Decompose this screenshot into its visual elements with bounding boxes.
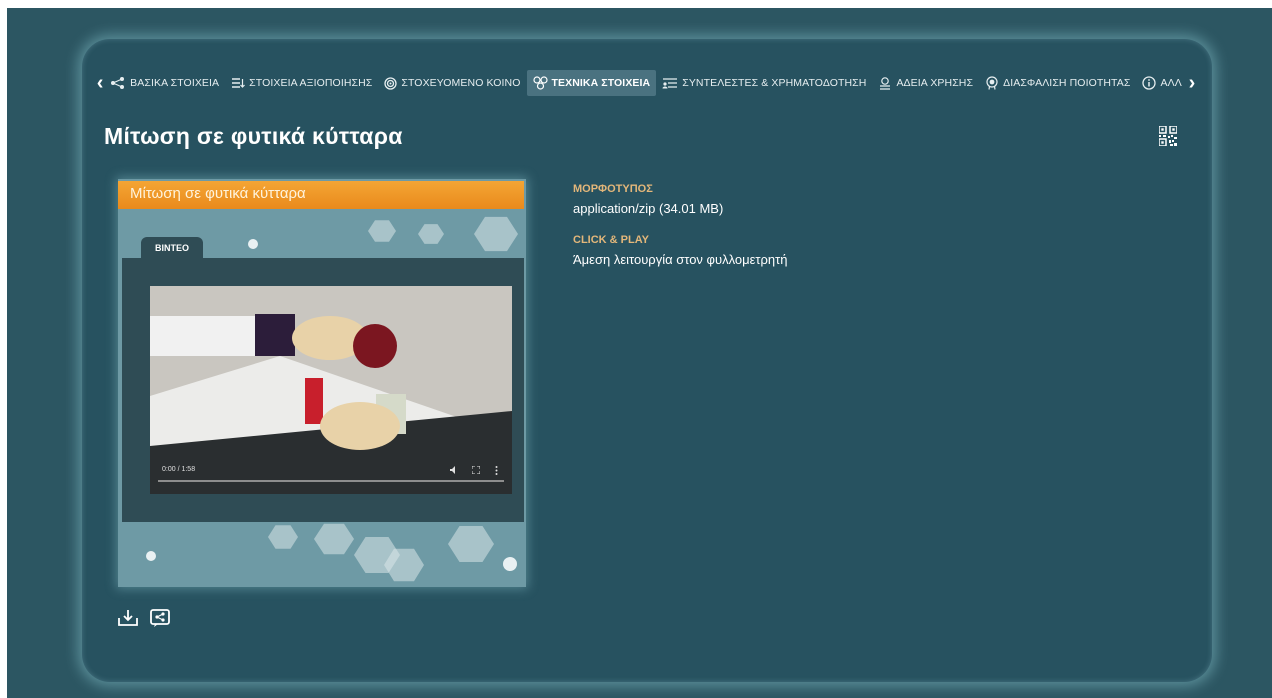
decorative-hexagon: [368, 220, 396, 242]
molecule-icon: [532, 76, 548, 90]
tab-target-audience[interactable]: ΣΤΟΧΕΥΟΜΕΝΟ ΚΟΙΝΟ: [378, 70, 526, 96]
decorative-hexagon: [448, 526, 494, 562]
tabs-next-arrow-icon[interactable]: ›: [1188, 69, 1196, 97]
click-play-label: CLICK & PLAY: [573, 234, 649, 246]
decorative-dot: [503, 557, 517, 571]
share-icon[interactable]: [150, 609, 170, 627]
target-icon: [384, 76, 398, 90]
resource-actions: [118, 609, 170, 627]
tab-technical-info[interactable]: ΤΕΧΝΙΚΑ ΣΤΟΙΧΕΙΑ: [526, 70, 657, 96]
main-panel: ‹ ΒΑΣΙΚΑ ΣΤΟΙΧΕΙΑ ΣΤΟΙΧΕΙΑ ΑΞΙΟΠΟΙΗΣΗΣ Σ…: [82, 39, 1212, 682]
format-label: ΜΟΡΦΟΤΥΠΟΣ: [573, 183, 653, 195]
tab-label: ΑΛΛ: [1160, 77, 1182, 89]
decorative-hexagon: [474, 216, 518, 252]
decorative-dot: [248, 239, 258, 249]
tab-basic-info[interactable]: ΒΑΣΙΚΑ ΣΤΟΙΧΕΙΑ: [104, 70, 225, 96]
tab-quality-assurance[interactable]: ΔΙΑΣΦΑΛΙΣΗ ΠΟΙΟΤΗΤΑΣ: [979, 70, 1136, 96]
video-progress-bar[interactable]: [158, 480, 504, 482]
tabs-prev-arrow-icon[interactable]: ‹: [96, 69, 104, 97]
tab-label: ΔΙΑΣΦΑΛΙΣΗ ΠΟΙΟΤΗΤΑΣ: [1003, 77, 1131, 89]
qr-code-icon[interactable]: [1159, 126, 1177, 146]
tab-label: ΣΤΟΙΧΕΙΑ ΑΞΙΟΠΟΙΗΣΗΣ: [249, 77, 373, 89]
fullscreen-icon[interactable]: [472, 466, 480, 474]
tab-label: ΤΕΧΝΙΚΑ ΣΤΟΙΧΕΙΑ: [551, 77, 651, 89]
volume-icon[interactable]: [450, 466, 458, 474]
info-icon: [1142, 76, 1157, 90]
download-icon[interactable]: [118, 609, 138, 627]
contributors-icon: [662, 78, 678, 89]
video-player[interactable]: 0:00 / 1:58: [150, 286, 512, 494]
preview-header: Μίτωση σε φυτικά κύτταρα: [118, 181, 524, 209]
preview-tab-video: ΒΙΝΤΕΟ: [141, 237, 203, 259]
tab-label: ΑΔΕΙΑ ΧΡΗΣΗΣ: [896, 77, 974, 89]
page-title: Μίτωση σε φυτικά κύτταρα: [104, 123, 403, 149]
tab-contributors-funding[interactable]: ΣΥΝΤΕΛΕΣΤΕΣ & ΧΡΗΜΑΤΟΔΟΤΗΣΗ: [656, 70, 872, 96]
decorative-hexagon: [314, 523, 354, 555]
tab-license[interactable]: ΑΔΕΙΑ ΧΡΗΣΗΣ: [872, 70, 979, 96]
click-play-value: Άμεση λειτουργία στον φυλλομετρητή: [573, 252, 788, 267]
resource-preview-thumbnail[interactable]: Μίτωση σε φυτικά κύτταρα ΒΙΝΤΕΟ 0:00 / 1…: [118, 179, 526, 587]
share-nodes-icon: [111, 77, 125, 89]
tab-label: ΣΥΝΤΕΛΕΣΤΕΣ & ΧΡΗΜΑΤΟΔΟΤΗΣΗ: [682, 77, 867, 89]
decorative-hexagon: [268, 525, 298, 549]
decorative-hexagon: [418, 224, 444, 244]
video-time: 0:00 / 1:58: [162, 466, 196, 473]
more-options-icon[interactable]: [495, 466, 498, 475]
page-background: ‹ ΒΑΣΙΚΑ ΣΤΟΙΧΕΙΑ ΣΤΟΙΧΕΙΑ ΑΞΙΟΠΟΙΗΣΗΣ Σ…: [7, 8, 1272, 698]
tab-usage-info[interactable]: ΣΤΟΙΧΕΙΑ ΑΞΙΟΠΟΙΗΣΗΣ: [225, 70, 378, 96]
license-icon: [880, 76, 891, 90]
decorative-dot: [146, 551, 156, 561]
preview-header-title: Μίτωση σε φυτικά κύτταρα: [130, 185, 306, 202]
list-sort-icon: [232, 78, 246, 88]
tab-other[interactable]: ΑΛΛ: [1136, 70, 1187, 96]
format-value: application/zip (34.01 MB): [573, 201, 724, 216]
tab-bar: ‹ ΒΑΣΙΚΑ ΣΤΟΙΧΕΙΑ ΣΤΟΙΧΕΙΑ ΑΞΙΟΠΟΙΗΣΗΣ Σ…: [96, 69, 1196, 97]
quality-badge-icon: [986, 76, 998, 90]
video-controls: 0:00 / 1:58: [150, 460, 512, 494]
tab-label: ΣΤΟΧΕΥΟΜΕΝΟ ΚΟΙΝΟ: [401, 77, 521, 89]
technical-details: ΜΟΡΦΟΤΥΠΟΣ application/zip (34.01 MB) CL…: [573, 183, 788, 285]
tab-label: ΒΑΣΙΚΑ ΣΤΟΙΧΕΙΑ: [130, 77, 220, 89]
